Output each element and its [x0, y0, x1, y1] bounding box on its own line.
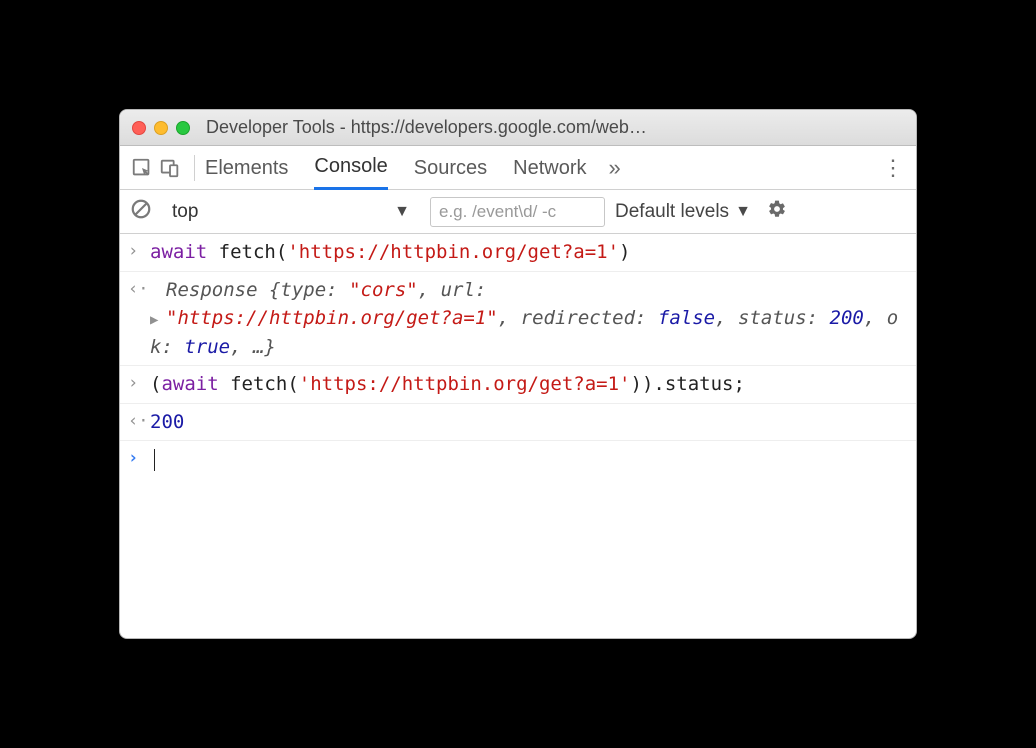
filter-input[interactable]: e.g. /event\d/ -c — [430, 197, 605, 227]
expand-icon[interactable]: ▶ — [150, 310, 164, 331]
window-title: Developer Tools - https://developers.goo… — [206, 117, 904, 138]
traffic-lights — [132, 121, 190, 135]
tabs: Elements Console Sources Network — [205, 145, 587, 190]
output-chevron-icon: ‹· — [128, 408, 150, 437]
kebab-menu-icon[interactable]: ⋮ — [882, 155, 908, 181]
function-name: fetch — [219, 241, 276, 263]
console-output[interactable]: › await fetch('https://httpbin.org/get?a… — [120, 234, 916, 638]
filter-placeholder: e.g. /event\d/ -c — [439, 202, 556, 222]
tab-network[interactable]: Network — [513, 147, 586, 189]
chevron-down-icon: ▼ — [394, 203, 410, 221]
object-class: Response — [166, 279, 258, 301]
clear-console-icon[interactable] — [130, 198, 152, 225]
console-prompt[interactable]: › — [120, 441, 916, 478]
maximize-icon[interactable] — [176, 121, 190, 135]
inspect-element-icon[interactable] — [128, 157, 156, 179]
console-input-row[interactable]: › await fetch('https://httpbin.org/get?a… — [120, 234, 916, 272]
context-selector[interactable]: top ▼ — [162, 197, 420, 227]
tab-elements[interactable]: Elements — [205, 147, 288, 189]
levels-label: Default levels — [615, 201, 729, 223]
close-icon[interactable] — [132, 121, 146, 135]
device-toolbar-icon[interactable] — [156, 157, 184, 179]
string-literal: 'https://httpbin.org/get?a=1' — [287, 241, 619, 263]
prompt-chevron-icon: › — [128, 445, 150, 474]
gear-icon[interactable] — [767, 199, 787, 225]
output-chevron-icon: ‹· — [128, 276, 150, 362]
devtools-window: Developer Tools - https://developers.goo… — [119, 109, 917, 639]
console-output-row[interactable]: ‹· ▶Response {type: "cors", url: ▶"https… — [120, 272, 916, 367]
keyword: await — [150, 241, 207, 263]
console-input-row[interactable]: › (await fetch('https://httpbin.org/get?… — [120, 366, 916, 404]
devtools-tab-bar: Elements Console Sources Network » ⋮ — [120, 146, 916, 190]
context-value: top — [172, 201, 198, 223]
tab-sources[interactable]: Sources — [414, 147, 487, 189]
titlebar[interactable]: Developer Tools - https://developers.goo… — [120, 110, 916, 146]
console-output-row[interactable]: ‹· 200 — [120, 404, 916, 442]
log-levels-selector[interactable]: Default levels ▼ — [615, 201, 751, 223]
input-chevron-icon: › — [128, 370, 150, 399]
minimize-icon[interactable] — [154, 121, 168, 135]
text-cursor — [154, 449, 155, 471]
tab-console[interactable]: Console — [314, 145, 387, 190]
number-literal: 200 — [150, 411, 184, 433]
console-toolbar: top ▼ e.g. /event\d/ -c Default levels ▼ — [120, 190, 916, 234]
divider — [194, 155, 195, 181]
chevron-down-icon: ▼ — [735, 203, 751, 221]
more-tabs-icon[interactable]: » — [609, 155, 621, 181]
input-chevron-icon: › — [128, 238, 150, 267]
